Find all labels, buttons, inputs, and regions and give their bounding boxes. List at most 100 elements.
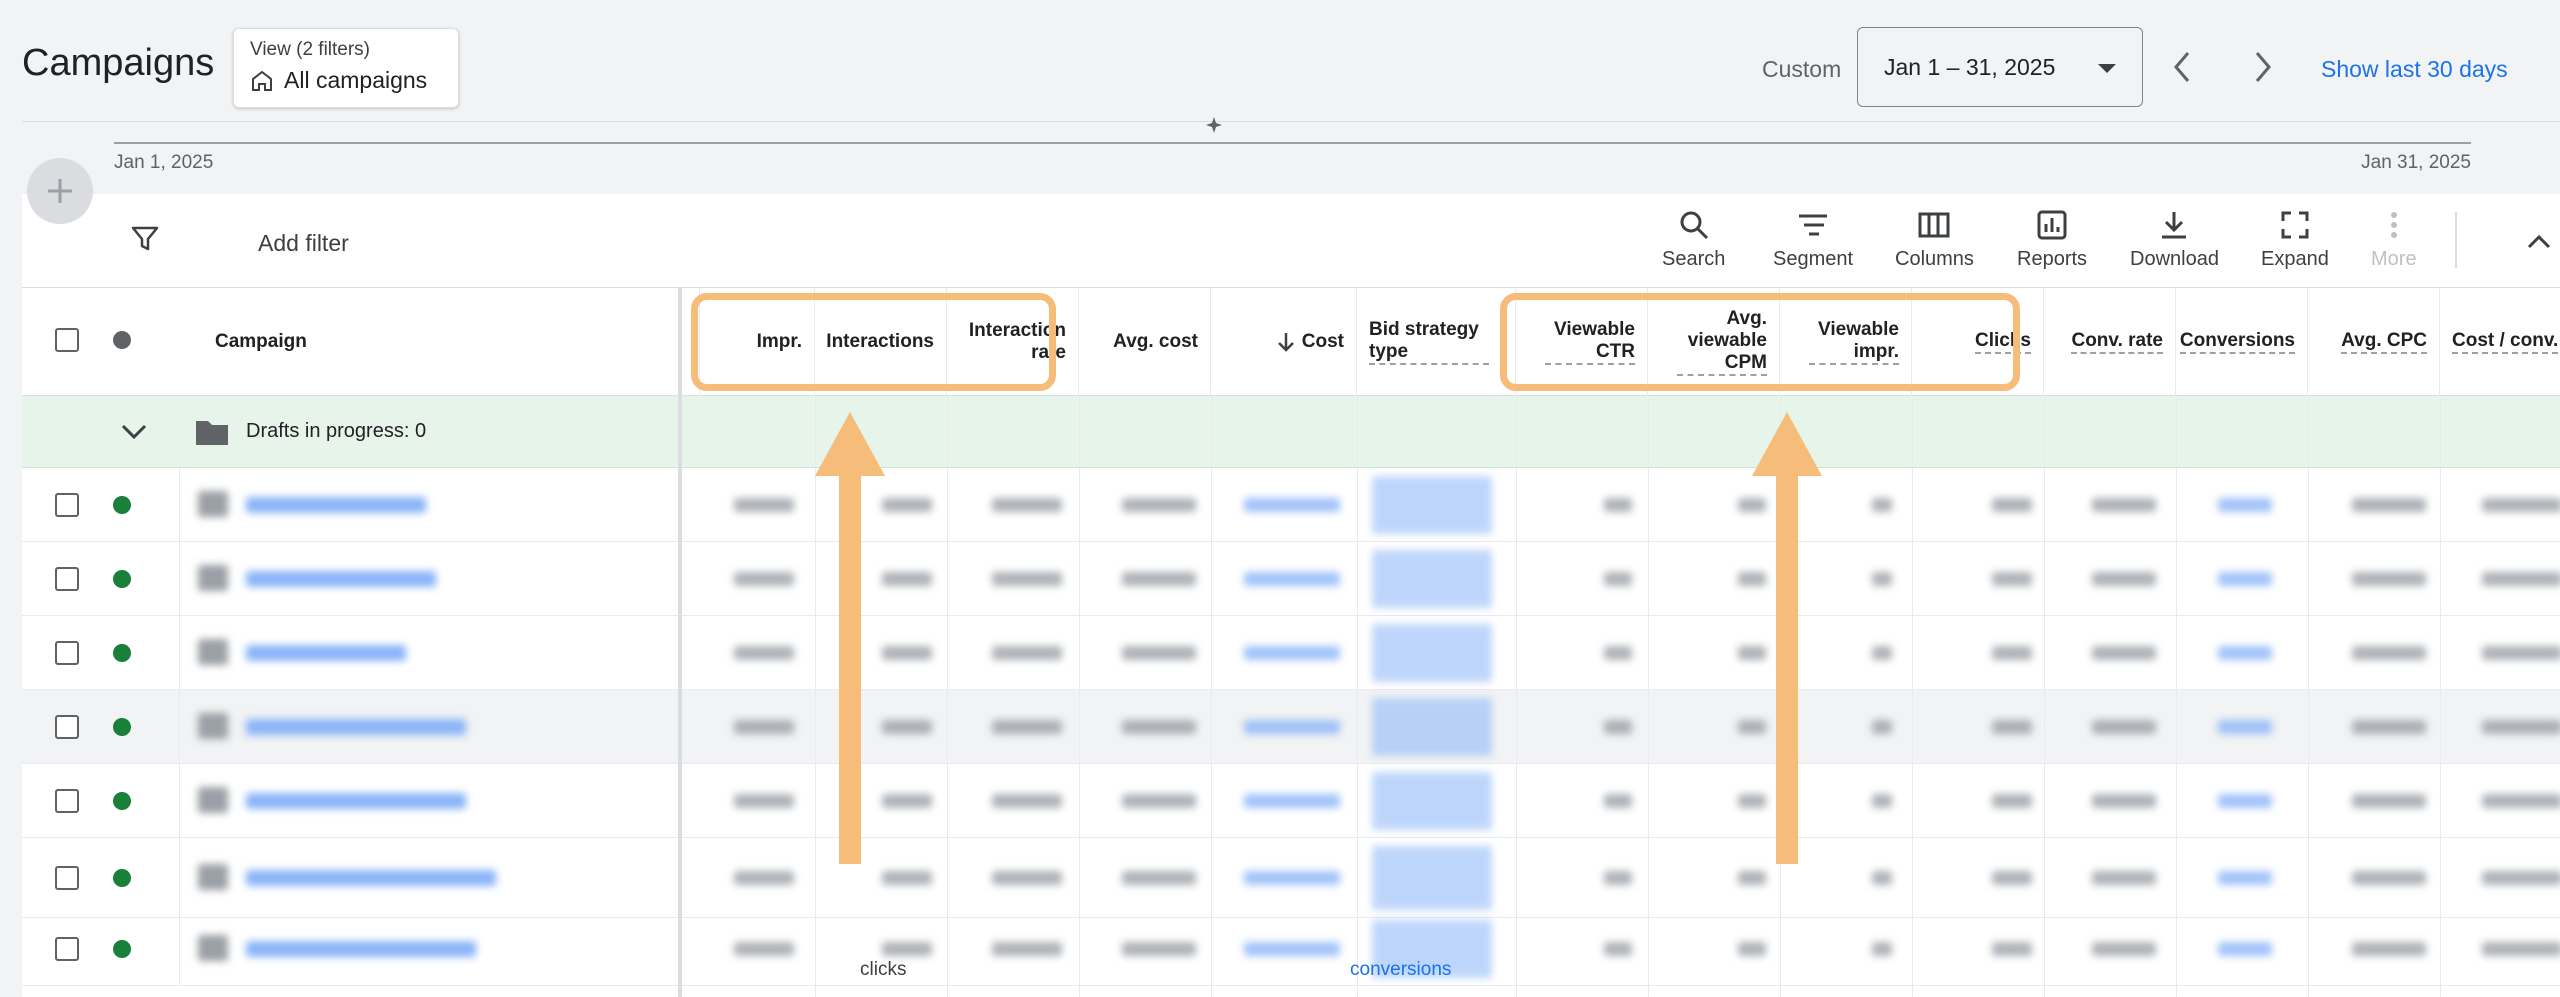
- table-cell[interactable]: [1244, 646, 1340, 660]
- col-cost-per-conv[interactable]: Cost / conv.: [2440, 288, 2560, 396]
- campaign-name-link[interactable]: [246, 793, 466, 809]
- table-cell[interactable]: [1244, 794, 1340, 808]
- chevron-up-icon[interactable]: [2524, 229, 2554, 253]
- table-cell[interactable]: [2218, 794, 2272, 808]
- segment-label: Segment: [1773, 248, 1854, 270]
- column-divider: [2440, 396, 2441, 997]
- table-row[interactable]: [22, 764, 2560, 838]
- row-checkbox[interactable]: [55, 567, 79, 591]
- status-enabled-icon[interactable]: [113, 570, 131, 588]
- col-campaign[interactable]: Campaign: [179, 288, 700, 396]
- campaign-name-link[interactable]: [246, 571, 436, 587]
- table-cell[interactable]: [1372, 698, 1492, 756]
- search-button[interactable]: Search: [1662, 208, 1725, 271]
- highlight-box-viewability-columns: [1500, 293, 2020, 391]
- table-row[interactable]: [22, 468, 2560, 542]
- table-cell[interactable]: [2218, 646, 2272, 660]
- more-button[interactable]: More: [2371, 208, 2417, 271]
- timeline-start-label: Jan 1, 2025: [114, 152, 214, 173]
- sparkle-icon[interactable]: [1204, 116, 1224, 136]
- status-enabled-icon[interactable]: [113, 869, 131, 887]
- status-enabled-icon[interactable]: [113, 496, 131, 514]
- table-cell[interactable]: [1244, 720, 1340, 734]
- row-checkbox[interactable]: [55, 937, 79, 961]
- table-cell[interactable]: [2218, 720, 2272, 734]
- select-all-checkbox[interactable]: [55, 328, 79, 352]
- row-checkbox[interactable]: [55, 493, 79, 517]
- chevron-right-icon[interactable]: [2249, 47, 2277, 87]
- campaign-name-link[interactable]: [246, 497, 426, 513]
- add-filter-button[interactable]: Add filter: [258, 230, 349, 257]
- more-label: More: [2371, 248, 2417, 270]
- column-divider: [1912, 396, 1913, 997]
- table-cell: [1992, 942, 2032, 956]
- table-cell[interactable]: [2218, 498, 2272, 512]
- table-cell: [2482, 871, 2560, 885]
- table-cell: [2092, 871, 2156, 885]
- chevron-down-icon: [2098, 64, 2116, 73]
- table-cell: [1992, 498, 2032, 512]
- add-campaign-button[interactable]: [27, 158, 93, 224]
- table-cell[interactable]: [1244, 498, 1340, 512]
- table-cell: [2352, 720, 2426, 734]
- table-row[interactable]: [22, 912, 2560, 986]
- chevron-left-icon[interactable]: [2168, 47, 2196, 87]
- campaign-name-link[interactable]: [246, 941, 476, 957]
- col-avg-cpc[interactable]: Avg. CPC: [2308, 288, 2440, 396]
- show-last-30-days-link[interactable]: Show last 30 days: [2321, 56, 2508, 83]
- row-checkbox[interactable]: [55, 866, 79, 890]
- table-cell[interactable]: [1244, 871, 1340, 885]
- table-cell[interactable]: [1244, 572, 1340, 586]
- row-checkbox[interactable]: [55, 641, 79, 665]
- table-cell[interactable]: [1372, 846, 1492, 910]
- campaign-name-link[interactable]: [246, 645, 406, 661]
- row-checkbox[interactable]: [55, 789, 79, 813]
- date-range-select[interactable]: Jan 1 – 31, 2025: [1857, 27, 2143, 107]
- campaign-type-icon: [198, 864, 228, 890]
- table-cell[interactable]: [1372, 624, 1492, 682]
- status-enabled-icon[interactable]: [113, 792, 131, 810]
- row-divider: [179, 838, 180, 917]
- table-row[interactable]: [22, 616, 2560, 690]
- table-cell[interactable]: [1372, 772, 1492, 830]
- campaign-type-icon: [198, 639, 228, 665]
- col-bid-strategy-type[interactable]: Bid strategy type: [1357, 288, 1516, 396]
- chevron-down-icon[interactable]: [119, 422, 149, 442]
- table-row[interactable]: [22, 542, 2560, 616]
- table-cell[interactable]: [1244, 942, 1340, 956]
- filter-icon[interactable]: [130, 224, 160, 254]
- col-conversions[interactable]: Conversions: [2176, 288, 2308, 396]
- status-enabled-icon[interactable]: [113, 940, 131, 958]
- view-filter-count: View (2 filters): [250, 39, 371, 60]
- row-divider: [179, 764, 180, 837]
- reports-button[interactable]: Reports: [2017, 208, 2087, 271]
- timeline-track[interactable]: [114, 142, 2471, 144]
- status-enabled-icon[interactable]: [113, 644, 131, 662]
- toolbar-divider: [2455, 212, 2457, 268]
- table-cell[interactable]: [1372, 476, 1492, 534]
- table-cell[interactable]: [2218, 572, 2272, 586]
- campaign-name-link[interactable]: [246, 870, 496, 886]
- table-row[interactable]: [22, 838, 2560, 918]
- col-cost[interactable]: Cost: [1211, 288, 1357, 396]
- table-cell[interactable]: [2218, 942, 2272, 956]
- view-selector[interactable]: View (2 filters) All campaigns: [233, 28, 459, 108]
- table-cell: [734, 646, 794, 660]
- table-cell[interactable]: [1372, 550, 1492, 608]
- row-divider: [179, 616, 180, 689]
- column-divider: [2308, 396, 2309, 997]
- download-button[interactable]: Download: [2130, 208, 2219, 271]
- table-cell[interactable]: [2218, 871, 2272, 885]
- col-conv-rate[interactable]: Conv. rate: [2044, 288, 2176, 396]
- plus-icon: [48, 179, 72, 203]
- row-checkbox[interactable]: [55, 715, 79, 739]
- status-header-icon[interactable]: [113, 331, 131, 349]
- columns-button[interactable]: Columns: [1895, 208, 1974, 271]
- col-avg-cost[interactable]: Avg. cost: [1079, 288, 1211, 396]
- drafts-row[interactable]: Drafts in progress: 0: [22, 396, 2560, 468]
- expand-button[interactable]: Expand: [2261, 208, 2329, 271]
- table-row[interactable]: [22, 690, 2560, 764]
- campaign-name-link[interactable]: [246, 719, 466, 735]
- status-enabled-icon[interactable]: [113, 718, 131, 736]
- segment-button[interactable]: Segment: [1773, 208, 1853, 271]
